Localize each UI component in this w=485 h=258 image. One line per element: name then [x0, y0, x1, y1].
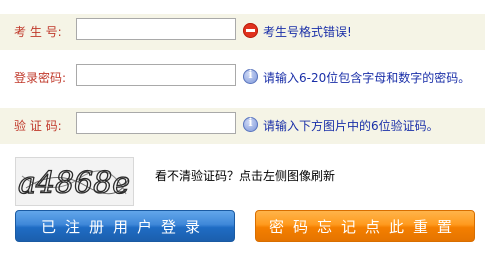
captcha-input[interactable] — [76, 112, 236, 134]
candidate-number-input[interactable] — [76, 18, 236, 40]
candidate-number-row: 考 生 号: 考生号格式错误! — [0, 14, 485, 50]
captcha-row: 验 证 码: 请输入下方图片中的6位验证码。 — [0, 108, 485, 144]
password-label: 登录密码: — [14, 71, 67, 85]
password-input[interactable] — [76, 64, 236, 86]
password-hint-message: 请输入6-20位包含字母和数字的密码。 — [263, 71, 471, 85]
candidate-number-error-message: 考生号格式错误! — [263, 25, 352, 39]
captcha-image[interactable]: a4868e — [15, 157, 134, 206]
error-icon — [243, 23, 258, 38]
reset-password-button[interactable]: 密码忘记点此重置 — [255, 210, 475, 242]
captcha-label: 验 证 码: — [14, 119, 62, 133]
captcha-refresh-hint: 看不清验证码？点击左侧图像刷新 — [155, 169, 336, 183]
login-button[interactable]: 已注册用户登录 — [15, 210, 235, 242]
captcha-text: a4868e — [18, 166, 130, 201]
info-icon — [243, 116, 258, 132]
password-row: 登录密码: 请输入6-20位包含字母和数字的密码。 — [0, 60, 485, 96]
captcha-graphic: a4868e — [17, 165, 130, 201]
login-form: 考 生 号: 考生号格式错误! 登录密码: 请输入6-20位包含字母和数字的密码… — [0, 0, 485, 258]
captcha-hint-message: 请输入下方图片中的6位验证码。 — [263, 119, 439, 133]
info-icon — [243, 68, 258, 84]
candidate-number-label: 考 生 号: — [14, 25, 62, 39]
